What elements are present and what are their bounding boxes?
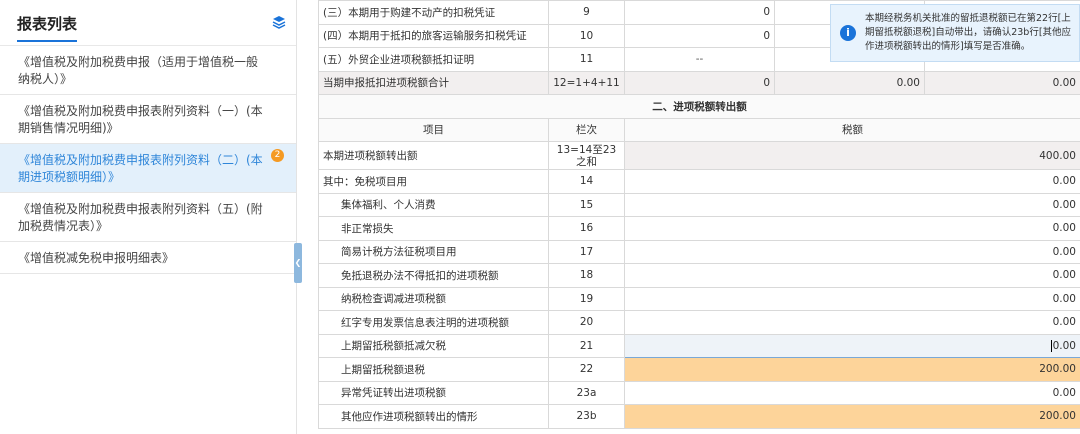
notification-badge: 2 bbox=[271, 149, 284, 162]
row-col-number: 22 bbox=[548, 357, 625, 382]
amount-cell[interactable]: 0.00 bbox=[624, 310, 1080, 335]
amount-cell[interactable]: 0.00 bbox=[624, 192, 1080, 217]
sidebar-item-schedule-5[interactable]: 《增值税及附加税费申报表附列资料（五）(附加税费情况表）》 bbox=[0, 193, 296, 242]
table-row: 简易计税方法征税项目用 17 0.00 bbox=[318, 239, 1080, 264]
amount-cell-highlighted[interactable]: 200.00 bbox=[624, 357, 1080, 382]
amount-cell: 0.00 bbox=[774, 70, 925, 95]
amount-cell[interactable]: 0 bbox=[624, 23, 775, 48]
amount-cell-highlighted[interactable]: 200.00 bbox=[624, 404, 1080, 429]
row-col-number: 12=1+4+11 bbox=[548, 70, 625, 95]
sidebar-item-label: 《增值税及附加税费申报表附列资料（二）(本期进项税额明细）》 bbox=[18, 153, 263, 184]
row-label: 上期留抵税额退税 bbox=[318, 357, 549, 382]
amount-cell[interactable]: 0.00 bbox=[624, 286, 1080, 311]
row-col-number: 16 bbox=[548, 216, 625, 241]
row-label: 纳税检查调减进项税额 bbox=[318, 286, 549, 311]
table-row: 其他应作进项税额转出的情形 23b 200.00 bbox=[318, 404, 1080, 429]
sidebar-header: 报表列表 bbox=[0, 0, 296, 46]
table-row: 红字专用发票信息表注明的进项税额 20 0.00 bbox=[318, 310, 1080, 335]
table-row: 本期进项税额转出额 13=14至23之和 400.00 bbox=[318, 141, 1080, 170]
amount-cell: 0 bbox=[624, 70, 775, 95]
section-title: 二、进项税额转出额 bbox=[318, 94, 1080, 119]
row-col-number: 9 bbox=[548, 0, 625, 25]
table-row: 纳税检查调减进项税额 19 0.00 bbox=[318, 286, 1080, 311]
sidebar-item-label: 《增值税及附加税费申报表附列资料（五）(附加税费情况表）》 bbox=[18, 202, 263, 233]
table-row: 非正常损失 16 0.00 bbox=[318, 216, 1080, 241]
info-tooltip: i 本期经税务机关批准的留抵退税额已在第22行[上期留抵税额退税]自动带出，请确… bbox=[830, 4, 1080, 62]
sidebar-collapse-handle[interactable]: ❮ bbox=[294, 243, 302, 283]
tooltip-text: 本期经税务机关批准的留抵退税额已在第22行[上期留抵税额退税]自动带出，请确认2… bbox=[865, 13, 1072, 52]
amount-cell[interactable]: 0.00 bbox=[624, 216, 1080, 241]
info-icon: i bbox=[840, 25, 856, 41]
row-col-number: 18 bbox=[548, 263, 625, 288]
row-label: 集体福利、个人消费 bbox=[318, 192, 549, 217]
section-title-row: 二、进项税额转出额 bbox=[318, 94, 1080, 119]
sidebar-title: 报表列表 bbox=[17, 13, 78, 42]
amount-cell: 0.00 bbox=[924, 70, 1080, 95]
chevron-left-icon: ❮ bbox=[294, 258, 302, 267]
amount-cell[interactable]: 0 bbox=[624, 0, 775, 25]
row-label: 异常凭证转出进项税额 bbox=[318, 380, 549, 405]
column-header-row: 项目 栏次 税额 bbox=[318, 117, 1080, 142]
row-col-number: 10 bbox=[548, 23, 625, 48]
amount-cell[interactable]: 0.00 bbox=[624, 239, 1080, 264]
column-header-item: 项目 bbox=[318, 117, 549, 142]
sidebar-item-label: 《增值税减免税申报明细表》 bbox=[18, 251, 175, 265]
column-header-col: 栏次 bbox=[548, 117, 625, 142]
row-label: 非正常损失 bbox=[318, 216, 549, 241]
tax-table: (三）本期用于购建不动产的扣税凭证 9 0 (四）本期用于抵扣的旅客运输服务扣税… bbox=[318, 0, 1080, 429]
row-col-number: 14 bbox=[548, 169, 625, 194]
sidebar-item-tax-relief[interactable]: 《增值税减免税申报明细表》 bbox=[0, 242, 296, 274]
table-row: 免抵退税办法不得抵扣的进项税额 18 0.00 bbox=[318, 263, 1080, 288]
amount-cell: 400.00 bbox=[624, 141, 1080, 170]
table-row: 其中：免税项目用 14 0.00 bbox=[318, 169, 1080, 194]
row-label: (三）本期用于购建不动产的扣税凭证 bbox=[318, 0, 549, 25]
input-tax-detail-form: (三）本期用于购建不动产的扣税凭证 9 0 (四）本期用于抵扣的旅客运输服务扣税… bbox=[318, 0, 1080, 434]
text-cursor bbox=[1050, 339, 1052, 352]
row-label: 简易计税方法征税项目用 bbox=[318, 239, 549, 264]
amount-cell[interactable]: 0.00 bbox=[624, 263, 1080, 288]
row-col-number: 23b bbox=[548, 404, 625, 429]
row-label: (五）外贸企业进项税额抵扣证明 bbox=[318, 47, 549, 72]
row-label: 当期申报抵扣进项税额合计 bbox=[318, 70, 549, 95]
amount-cell[interactable]: 0.00 bbox=[624, 169, 1080, 194]
row-col-number: 15 bbox=[548, 192, 625, 217]
sidebar-item-schedule-1[interactable]: 《增值税及附加税费申报表附列资料（一）(本期销售情况明细)》 bbox=[0, 95, 296, 144]
row-col-number: 21 bbox=[548, 333, 625, 358]
amount-cell: -- bbox=[624, 47, 775, 72]
table-row: 上期留抵税额退税 22 200.00 bbox=[318, 357, 1080, 382]
row-label: 其中：免税项目用 bbox=[318, 169, 549, 194]
table-row: 上期留抵税额抵减欠税 21 0.00 bbox=[318, 333, 1080, 358]
row-col-number: 17 bbox=[548, 239, 625, 264]
row-col-number: 13=14至23之和 bbox=[548, 141, 625, 170]
table-row: 集体福利、个人消费 15 0.00 bbox=[318, 192, 1080, 217]
row-label: 上期留抵税额抵减欠税 bbox=[318, 333, 549, 358]
table-row: 异常凭证转出进项税额 23a 0.00 bbox=[318, 380, 1080, 405]
amount-cell[interactable]: 0.00 bbox=[624, 380, 1080, 405]
sidebar-item-vat-main-return[interactable]: 《增值税及附加税费申报（适用于增值税一般纳税人）》 bbox=[0, 46, 296, 95]
row-col-number: 20 bbox=[548, 310, 625, 335]
row-col-number: 11 bbox=[548, 47, 625, 72]
report-list-sidebar: 报表列表 《增值税及附加税费申报（适用于增值税一般纳税人）》 《增值税及附加税费… bbox=[0, 0, 297, 434]
row-label: 本期进项税额转出额 bbox=[318, 141, 549, 170]
row-label: 其他应作进项税额转出的情形 bbox=[318, 404, 549, 429]
layers-icon[interactable] bbox=[272, 15, 286, 29]
table-row: 当期申报抵扣进项税额合计 12=1+4+11 0 0.00 0.00 bbox=[318, 70, 1080, 95]
sidebar-item-label: 《增值税及附加税费申报表附列资料（一）(本期销售情况明细)》 bbox=[18, 104, 263, 135]
row-label: 免抵退税办法不得抵扣的进项税额 bbox=[318, 263, 549, 288]
row-label: (四）本期用于抵扣的旅客运输服务扣税凭证 bbox=[318, 23, 549, 48]
column-header-amount: 税额 bbox=[624, 117, 1080, 142]
row-col-number: 19 bbox=[548, 286, 625, 311]
sidebar-item-label: 《增值税及附加税费申报（适用于增值税一般纳税人）》 bbox=[18, 55, 259, 86]
amount-value: 0.00 bbox=[1052, 339, 1076, 352]
row-col-number: 23a bbox=[548, 380, 625, 405]
sidebar-item-schedule-2[interactable]: 《增值税及附加税费申报表附列资料（二）(本期进项税额明细）》 2 bbox=[0, 144, 296, 193]
row-label: 红字专用发票信息表注明的进项税额 bbox=[318, 310, 549, 335]
amount-input-active[interactable]: 0.00 bbox=[624, 333, 1080, 358]
